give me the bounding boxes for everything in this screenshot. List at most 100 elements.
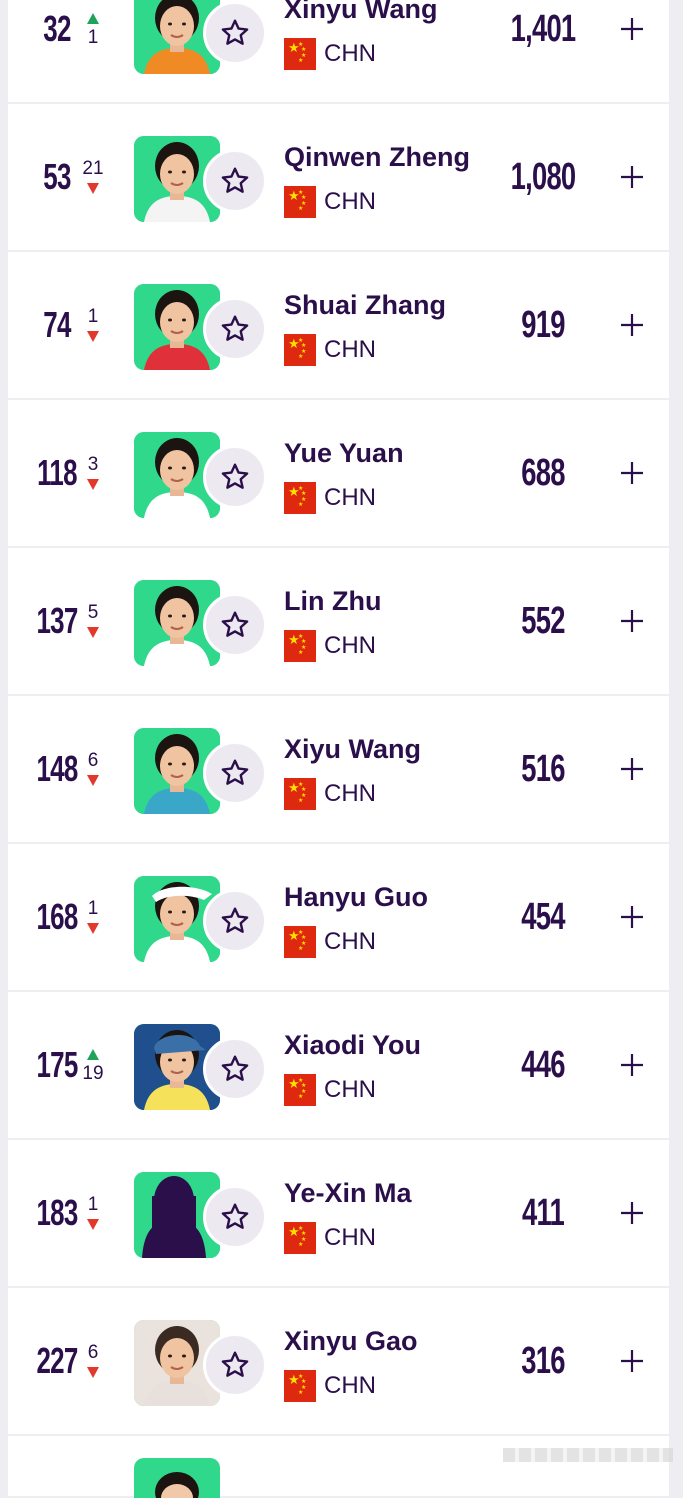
china-flag-icon: ★ ★ ★ ★ ★ <box>284 630 316 662</box>
expand-button[interactable] <box>616 901 648 933</box>
rank-down-icon <box>87 330 99 342</box>
player-row[interactable]: 118 3 Yue Yuan ★ ★ ★ ★ ★ CHN 688 <box>8 400 669 546</box>
player-name[interactable]: Shuai Zhang <box>284 290 446 321</box>
china-flag-icon: ★ ★ ★ ★ ★ <box>284 778 316 810</box>
rank-down-icon <box>87 1218 99 1230</box>
expand-button[interactable] <box>616 605 648 637</box>
favorite-star-button[interactable] <box>203 741 267 805</box>
star-icon <box>221 463 249 489</box>
rank-change: 1 <box>87 26 99 48</box>
favorite-star-button[interactable] <box>203 1185 267 1249</box>
player-name[interactable]: Xiyu Wang <box>284 734 421 765</box>
player-points: 446 <box>521 1043 565 1086</box>
china-flag-icon: ★ ★ ★ ★ ★ <box>284 186 316 218</box>
player-name[interactable]: Lin Zhu <box>284 586 381 617</box>
rank-number: 168 <box>36 896 78 937</box>
player-points: 516 <box>521 747 565 790</box>
rank-number: 175 <box>36 1044 78 1085</box>
country-code: CHN <box>324 780 376 807</box>
player-points: 1,401 <box>510 7 577 50</box>
rankings-list: 32 1 Xinyu Wang ★ ★ ★ ★ ★ CHN 1,401 53 2… <box>8 0 669 1436</box>
rank-movement: 1 <box>82 1140 104 1286</box>
player-name[interactable]: Qinwen Zheng <box>284 142 470 173</box>
favorite-star-button[interactable] <box>203 297 267 361</box>
favorite-star-button[interactable] <box>203 1 267 65</box>
watermark <box>503 1448 673 1462</box>
expand-button[interactable] <box>616 161 648 193</box>
player-row[interactable]: 227 6 Xinyu Gao ★ ★ ★ ★ ★ CHN 316 <box>8 1288 669 1434</box>
rank-movement: 1 <box>82 252 104 398</box>
player-country: ★ ★ ★ ★ ★ CHN <box>284 1222 376 1254</box>
player-row[interactable]: 53 21 Qinwen Zheng ★ ★ ★ ★ ★ CHN 1,080 <box>8 104 669 250</box>
star-icon <box>221 1203 249 1229</box>
plus-icon <box>621 462 643 484</box>
favorite-star-button[interactable] <box>203 149 267 213</box>
country-code: CHN <box>324 1076 376 1103</box>
rank-movement: 6 <box>82 1288 104 1434</box>
player-name[interactable]: Xinyu Wang <box>284 0 438 25</box>
plus-icon <box>621 18 643 40</box>
player-row[interactable]: 74 1 Shuai Zhang ★ ★ ★ ★ ★ CHN 919 <box>8 252 669 398</box>
player-points: 316 <box>521 1339 565 1382</box>
player-row[interactable]: 175 19 Xiaodi You ★ ★ ★ ★ ★ CHN 446 <box>8 992 669 1138</box>
player-row[interactable]: 137 5 Lin Zhu ★ ★ ★ ★ ★ CHN 552 <box>8 548 669 694</box>
country-code: CHN <box>324 1372 376 1399</box>
expand-button[interactable] <box>616 753 648 785</box>
player-row[interactable]: 168 1 Hanyu Guo ★ ★ ★ ★ ★ CHN 454 <box>8 844 669 990</box>
expand-button[interactable] <box>616 1049 648 1081</box>
favorite-star-button[interactable] <box>203 1037 267 1101</box>
player-row[interactable]: 148 6 Xiyu Wang ★ ★ ★ ★ ★ CHN 516 <box>8 696 669 842</box>
china-flag-icon: ★ ★ ★ ★ ★ <box>284 38 316 70</box>
favorite-star-button[interactable] <box>203 889 267 953</box>
rank-change: 6 <box>87 1341 99 1363</box>
plus-icon <box>621 906 643 928</box>
country-code: CHN <box>324 632 376 659</box>
rank-movement: 1 <box>82 844 104 990</box>
favorite-star-button[interactable] <box>203 1333 267 1397</box>
rank-up-icon <box>87 12 99 24</box>
rank-change: 1 <box>87 1193 99 1215</box>
rank-up-icon <box>87 1048 99 1060</box>
expand-button[interactable] <box>616 1345 648 1377</box>
country-code: CHN <box>324 188 376 215</box>
china-flag-icon: ★ ★ ★ ★ ★ <box>284 1370 316 1402</box>
player-country: ★ ★ ★ ★ ★ CHN <box>284 334 376 366</box>
player-country: ★ ★ ★ ★ ★ CHN <box>284 482 376 514</box>
rank-down-icon <box>87 774 99 786</box>
star-icon <box>221 907 249 933</box>
favorite-star-button[interactable] <box>203 445 267 509</box>
rank-change: 1 <box>87 305 99 327</box>
rank-movement: 3 <box>82 400 104 546</box>
expand-button[interactable] <box>616 1197 648 1229</box>
plus-icon <box>621 314 643 336</box>
rank-down-icon <box>87 182 99 194</box>
player-points: 454 <box>521 895 565 938</box>
rank-number: 53 <box>43 156 71 197</box>
player-points: 919 <box>521 303 565 346</box>
expand-button[interactable] <box>616 13 648 45</box>
rank-change: 3 <box>87 453 99 475</box>
player-row[interactable]: 32 1 Xinyu Wang ★ ★ ★ ★ ★ CHN 1,401 <box>8 0 669 102</box>
player-name[interactable]: Xinyu Gao <box>284 1326 418 1357</box>
plus-icon <box>621 758 643 780</box>
rank-change: 1 <box>87 897 99 919</box>
player-name[interactable]: Ye-Xin Ma <box>284 1178 412 1209</box>
star-icon <box>221 1351 249 1377</box>
star-icon <box>221 611 249 637</box>
rank-movement: 6 <box>82 696 104 842</box>
player-name[interactable]: Xiaodi You <box>284 1030 421 1061</box>
star-icon <box>221 1055 249 1081</box>
player-points: 688 <box>521 451 565 494</box>
player-country: ★ ★ ★ ★ ★ CHN <box>284 38 376 70</box>
favorite-star-button[interactable] <box>203 593 267 657</box>
player-points: 552 <box>521 599 565 642</box>
expand-button[interactable] <box>616 457 648 489</box>
player-name[interactable]: Hanyu Guo <box>284 882 428 913</box>
expand-button[interactable] <box>616 309 648 341</box>
player-country: ★ ★ ★ ★ ★ CHN <box>284 186 376 218</box>
plus-icon <box>621 166 643 188</box>
player-name[interactable]: Yue Yuan <box>284 438 404 469</box>
rank-down-icon <box>87 1366 99 1378</box>
player-row[interactable]: 183 1 Ye-Xin Ma ★ ★ ★ ★ ★ CHN 411 <box>8 1140 669 1286</box>
player-country: ★ ★ ★ ★ ★ CHN <box>284 630 376 662</box>
